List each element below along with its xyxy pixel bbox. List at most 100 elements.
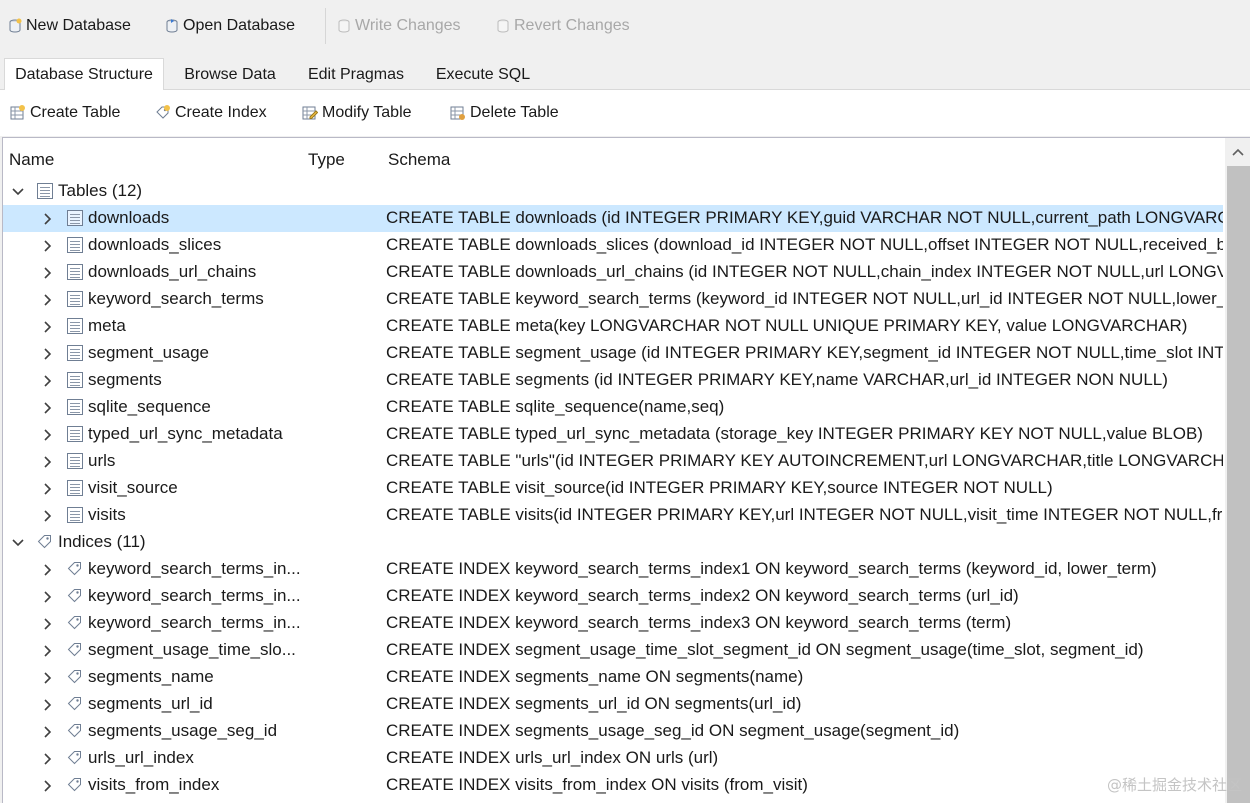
chevron-right-icon[interactable]: [40, 778, 54, 792]
tab-edit-pragmas[interactable]: Edit Pragmas: [294, 60, 418, 90]
table-row[interactable]: segments CREATE TABLE segments (id INTEGE…: [3, 367, 1223, 394]
chevron-right-icon[interactable]: [40, 400, 54, 414]
new-database-button[interactable]: New Database: [8, 14, 131, 38]
table-icon: [67, 399, 83, 415]
chevron-right-icon[interactable]: [40, 211, 54, 225]
schema-cell: CREATE TABLE keyword_search_terms (keywo…: [386, 289, 1223, 308]
create-index-button[interactable]: Create Index: [155, 102, 267, 124]
chevron-right-icon[interactable]: [40, 238, 54, 252]
table-icon: [67, 453, 83, 469]
index-row[interactable]: segments_url_id CREATE INDEX segments_url…: [3, 691, 1223, 718]
chevron-right-icon[interactable]: [40, 481, 54, 495]
chevron-right-icon[interactable]: [40, 373, 54, 387]
index-row[interactable]: keyword_search_terms_in... CREATE INDEX k…: [3, 583, 1223, 610]
chevron-right-icon[interactable]: [40, 427, 54, 441]
schema-cell: CREATE TABLE downloads_url_chains (id IN…: [386, 262, 1223, 281]
table-row[interactable]: typed_url_sync_metadata CREATE TABLE type…: [3, 421, 1223, 448]
schema-cell: CREATE TABLE segment_usage (id INTEGER P…: [386, 343, 1223, 362]
create-index-icon: [155, 105, 171, 121]
indices-group-row[interactable]: Indices (11): [3, 529, 1223, 556]
index-row[interactable]: segments_name CREATE INDEX segments_name …: [3, 664, 1223, 691]
chevron-right-icon[interactable]: [40, 670, 54, 684]
table-name: keyword_search_terms: [88, 289, 264, 308]
index-row[interactable]: keyword_search_terms_in... CREATE INDEX k…: [3, 556, 1223, 583]
index-row[interactable]: urls_url_index CREATE INDEX urls_url_inde…: [3, 745, 1223, 772]
table-row[interactable]: keyword_search_terms CREATE TABLE keyword…: [3, 286, 1223, 313]
chevron-right-icon[interactable]: [40, 562, 54, 576]
tab-database-structure[interactable]: Database Structure: [4, 58, 164, 91]
table-name: downloads_slices: [88, 235, 222, 254]
chevron-right-icon[interactable]: [40, 643, 54, 657]
main-tabs: Database Structure Browse Data Edit Prag…: [0, 58, 1250, 91]
chevron-right-icon[interactable]: [40, 751, 54, 765]
chevron-right-icon[interactable]: [40, 589, 54, 603]
schema-cell: CREATE TABLE "urls"(id INTEGER PRIMARY K…: [386, 451, 1223, 470]
modify-table-icon: [302, 105, 319, 121]
create-table-button[interactable]: Create Table: [10, 102, 120, 124]
index-row[interactable]: segments_usage_seg_id CREATE INDEX segmen…: [3, 718, 1223, 745]
write-changes-icon: [337, 18, 351, 34]
table-name: segment_usage: [88, 343, 209, 362]
revert-changes-button[interactable]: Revert Changes: [496, 14, 630, 38]
scrollbar-thumb[interactable]: [1227, 166, 1250, 803]
index-row[interactable]: visits_from_index CREATE INDEX visits_fro…: [3, 772, 1223, 799]
schema-cell: CREATE INDEX keyword_search_terms_index2…: [386, 586, 1019, 605]
table-name: typed_url_sync_metadata: [88, 424, 283, 443]
schema-cell: CREATE TABLE sqlite_sequence(name,seq): [386, 397, 725, 416]
chevron-right-icon[interactable]: [40, 616, 54, 630]
chevron-right-icon[interactable]: [40, 292, 54, 306]
index-name: urls_url_index: [88, 748, 194, 767]
toolbar-separator: [325, 8, 326, 44]
table-icon: [37, 183, 53, 199]
table-row[interactable]: visit_source CREATE TABLE visit_source(id…: [3, 475, 1223, 502]
column-header-name[interactable]: Name: [9, 150, 54, 170]
chevron-right-icon[interactable]: [40, 697, 54, 711]
index-name: segment_usage_time_slo...: [88, 640, 296, 659]
open-database-button[interactable]: Open Database: [165, 14, 295, 38]
schema-tree[interactable]: Name Type Schema Tables (12) downloads CRE…: [2, 137, 1250, 803]
table-row[interactable]: downloads CREATE TABLE downloads (id INTE…: [3, 205, 1223, 232]
column-header-schema[interactable]: Schema: [388, 150, 450, 170]
chevron-down-icon[interactable]: [11, 535, 25, 549]
group-label: Indices (11): [58, 532, 146, 551]
table-row[interactable]: downloads_slices CREATE TABLE downloads_s…: [3, 232, 1223, 259]
chevron-down-icon[interactable]: [11, 184, 25, 198]
table-row[interactable]: meta CREATE TABLE meta(key LONGVARCHAR NO…: [3, 313, 1223, 340]
table-row[interactable]: urls CREATE TABLE "urls"(id INTEGER PRIMA…: [3, 448, 1223, 475]
write-changes-button[interactable]: Write Changes: [337, 14, 461, 38]
table-row[interactable]: sqlite_sequence CREATE TABLE sqlite_seque…: [3, 394, 1223, 421]
vertical-scrollbar[interactable]: [1225, 138, 1250, 803]
table-name: meta: [88, 316, 126, 335]
table-row[interactable]: segment_usage CREATE TABLE segment_usage …: [3, 340, 1223, 367]
table-row[interactable]: visits CREATE TABLE visits(id INTEGER PRI…: [3, 502, 1223, 529]
chevron-right-icon[interactable]: [40, 724, 54, 738]
column-header-type[interactable]: Type: [308, 150, 345, 170]
tab-execute-sql[interactable]: Execute SQL: [424, 60, 542, 90]
table-row[interactable]: downloads_url_chains CREATE TABLE downloa…: [3, 259, 1223, 286]
table-icon: [67, 318, 83, 334]
tree-header: Name Type Schema: [3, 138, 1223, 178]
chevron-right-icon[interactable]: [40, 265, 54, 279]
tables-group-row[interactable]: Tables (12): [3, 178, 1223, 205]
chevron-right-icon[interactable]: [40, 319, 54, 333]
create-table-icon: [10, 105, 26, 121]
revert-changes-icon: [496, 18, 510, 34]
delete-table-button[interactable]: Delete Table: [450, 102, 559, 124]
index-row[interactable]: keyword_search_terms_in... CREATE INDEX k…: [3, 610, 1223, 637]
index-name: keyword_search_terms_in...: [88, 613, 301, 632]
chevron-right-icon[interactable]: [40, 508, 54, 522]
index-name: keyword_search_terms_in...: [88, 586, 301, 605]
chevron-right-icon[interactable]: [40, 346, 54, 360]
chevron-right-icon[interactable]: [40, 454, 54, 468]
structure-toolbar: Create Table Create Index Modify Table D…: [0, 90, 1250, 136]
table-icon: [67, 237, 83, 253]
table-name: segments: [88, 370, 162, 389]
schema-cell: CREATE INDEX segment_usage_time_slot_seg…: [386, 640, 1144, 659]
modify-table-button[interactable]: Modify Table: [302, 102, 412, 124]
scroll-up-icon[interactable]: [1225, 142, 1250, 164]
open-database-icon: [165, 18, 179, 34]
table-name: urls: [88, 451, 116, 470]
index-row[interactable]: segment_usage_time_slo... CREATE INDEX se…: [3, 637, 1223, 664]
tab-browse-data[interactable]: Browse Data: [172, 60, 288, 90]
index-name: segments_name: [88, 667, 214, 686]
